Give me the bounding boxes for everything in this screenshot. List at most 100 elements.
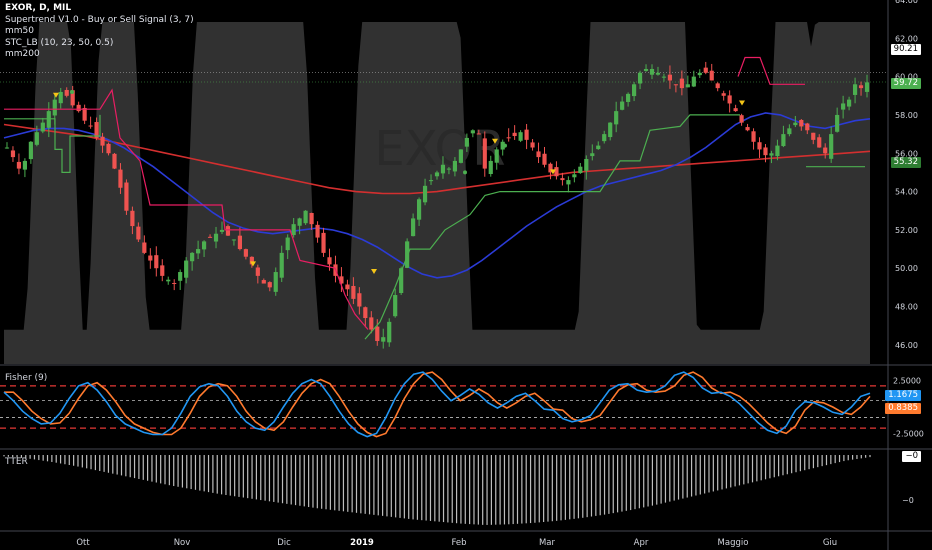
candle-body	[685, 84, 690, 88]
candle-body	[100, 136, 105, 146]
candle-body	[536, 151, 541, 158]
candle-body	[602, 134, 607, 142]
price-axis-tick: 58.00	[895, 111, 918, 120]
candle-body	[243, 249, 248, 257]
candle-body	[464, 137, 469, 147]
chart-root[interactable]: EXOR64.0062.0060.0058.0056.0054.0052.005…	[0, 0, 932, 550]
candle-body	[733, 108, 738, 112]
candle-body	[434, 172, 440, 177]
tter-pane-label[interactable]: TTER	[5, 457, 28, 467]
candle-body	[369, 317, 374, 330]
candle-body	[793, 122, 798, 126]
legend-mm200[interactable]: mm200	[5, 49, 194, 61]
fisher-line	[3, 371, 871, 438]
legend-supertrend[interactable]: Supertrend V1.0 - Buy or Sell Signal (3,…	[5, 15, 194, 27]
candle-body	[327, 257, 332, 265]
candle-body	[852, 84, 858, 95]
candle-body	[769, 153, 774, 156]
candle-body	[291, 224, 296, 236]
candle-body	[596, 145, 601, 150]
candle-body	[691, 76, 696, 87]
candle-body	[58, 91, 63, 104]
tter-histogram	[3, 455, 871, 525]
candle-body	[679, 78, 684, 89]
chart-canvas[interactable]: EXOR64.0062.0060.0058.0056.0054.0052.005…	[0, 0, 932, 550]
candle-body	[488, 160, 493, 175]
candle-body	[661, 76, 667, 78]
candle-body	[387, 321, 392, 343]
candle-body	[118, 169, 123, 188]
candle-body	[297, 218, 302, 226]
indicator-legend: EXOR, D, MIL Supertrend V1.0 - Buy or Se…	[5, 3, 194, 61]
candle-body	[721, 93, 726, 96]
candle-body	[858, 85, 864, 89]
candle-body	[614, 111, 619, 125]
candle-body	[309, 212, 314, 225]
price-axis-tick: 64.00	[895, 0, 918, 5]
candle-body	[631, 84, 637, 97]
candle-body	[321, 232, 326, 253]
sell-signal-marker	[739, 100, 745, 106]
candle-body	[703, 67, 708, 73]
candle-body	[841, 103, 846, 110]
candle-body	[46, 111, 51, 128]
time-axis-label: Nov	[174, 538, 191, 548]
candle-body	[196, 249, 201, 254]
candle-body	[178, 272, 183, 281]
candle-body	[285, 237, 290, 251]
candle-body	[136, 226, 141, 240]
candle-body	[207, 236, 213, 238]
candle-body	[160, 265, 165, 276]
candle-body	[345, 284, 350, 290]
time-axis-label: Apr	[634, 538, 649, 548]
last-price-tag: 90.21	[890, 44, 921, 55]
candle-body	[357, 293, 362, 307]
candle-body	[190, 252, 195, 262]
candle-body	[751, 131, 756, 142]
close-price-tag: 59.72	[890, 78, 921, 89]
candle-body	[82, 107, 87, 121]
candle-body	[267, 282, 272, 288]
tter-value-tag: −0	[902, 451, 921, 462]
candle-body	[494, 149, 499, 163]
candle-body	[829, 134, 834, 159]
candle-body	[554, 167, 559, 177]
candle-body	[106, 143, 111, 154]
buy-signal-dot	[463, 170, 467, 175]
legend-mm50[interactable]: mm50	[5, 26, 194, 38]
supertrend-price-tag: 55.32	[890, 157, 921, 168]
candle-body	[542, 153, 547, 165]
price-axis-tick: 52.00	[895, 226, 918, 235]
candle-body	[124, 182, 129, 211]
candle-body	[261, 280, 266, 284]
candle-body	[823, 147, 828, 154]
fisher-pane-label[interactable]: Fisher (9)	[5, 373, 47, 383]
candle-body	[506, 137, 511, 139]
candle-body	[40, 122, 45, 132]
candle-body	[255, 267, 260, 276]
candle-body	[620, 101, 625, 110]
candle-body	[225, 226, 231, 236]
candle-body	[405, 241, 410, 268]
candle-body	[375, 326, 380, 342]
candle-body	[524, 129, 529, 140]
candle-body	[482, 138, 487, 169]
candle-body	[572, 174, 577, 178]
candle-body	[148, 255, 153, 261]
legend-stc[interactable]: STC_LB (10, 23, 50, 0.5)	[5, 38, 194, 50]
candle-body	[835, 114, 840, 132]
price-axis-tick: 54.00	[895, 188, 918, 197]
trigger-value-tag: 0.8385	[885, 403, 921, 414]
candle-body	[470, 130, 475, 134]
time-axis-label: Mar	[539, 538, 556, 548]
symbol-title[interactable]: EXOR, D, MIL	[5, 3, 194, 15]
candle-body	[847, 99, 852, 107]
candle-body	[775, 145, 780, 157]
candle-body	[781, 134, 786, 147]
stc-area	[4, 22, 870, 364]
time-axis-label: Maggio	[718, 538, 749, 548]
candle-body	[130, 210, 135, 227]
candle-body	[739, 115, 744, 123]
candle-body	[799, 119, 804, 127]
candle-body	[10, 150, 16, 158]
